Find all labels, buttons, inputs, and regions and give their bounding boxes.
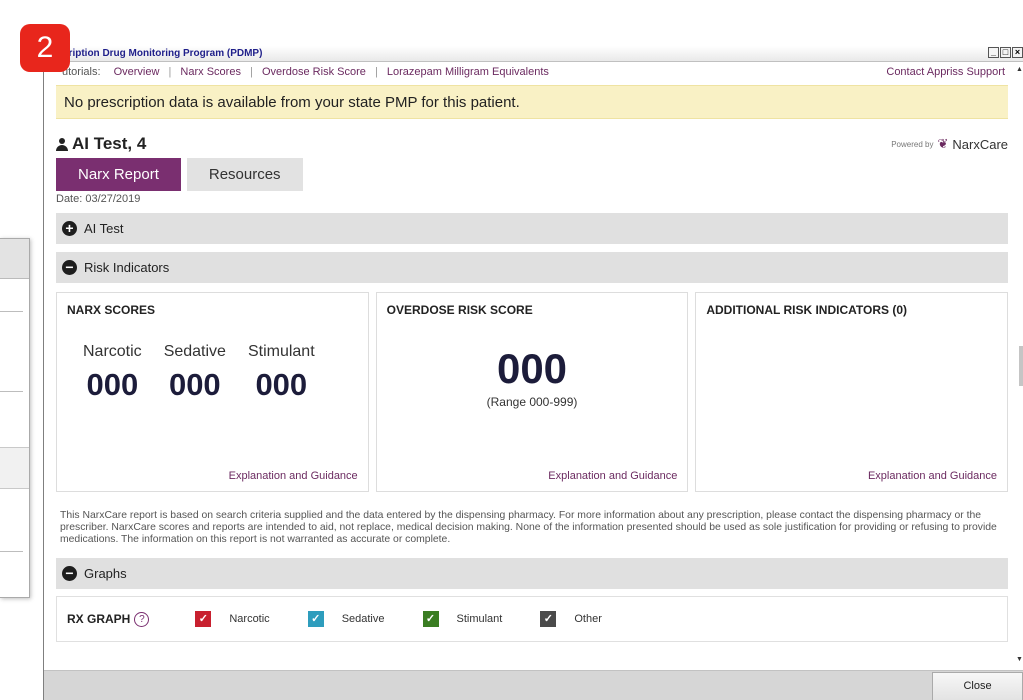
score-value: 000 — [86, 367, 139, 402]
section-label: AI Test — [84, 221, 124, 236]
legend-stimulant[interactable]: ✓ Stimulant — [422, 611, 503, 627]
overdose-value: 000 — [496, 345, 568, 392]
minimize-icon[interactable]: _ — [988, 47, 999, 58]
score-label: Narcotic — [83, 343, 142, 360]
expand-icon[interactable]: + — [62, 221, 77, 236]
score-stimulant: Stimulant 000 — [248, 343, 315, 403]
score-value: 000 — [255, 367, 308, 402]
score-value: 000 — [168, 367, 221, 402]
score-narcotic: Narcotic 000 — [83, 343, 142, 403]
section-graphs[interactable]: − Graphs — [56, 558, 1008, 589]
legend-label: Sedative — [341, 613, 385, 625]
background-divider — [0, 551, 23, 552]
score-label: Sedative — [163, 343, 226, 360]
disclaimer-text: This NarxCare report is based on search … — [60, 510, 997, 545]
section-risk-indicators[interactable]: − Risk Indicators — [56, 252, 1008, 283]
collapse-icon[interactable]: − — [62, 260, 77, 275]
tab-resources[interactable]: Resources — [186, 158, 303, 191]
explanation-link[interactable]: Explanation and Guidance — [868, 470, 997, 482]
checkbox-icon[interactable]: ✓ — [540, 611, 557, 627]
narx-scores-card: NARX SCORES Narcotic 000 Sedative 000 St… — [56, 292, 369, 492]
background-window-header — [0, 239, 29, 279]
checkbox-icon[interactable]: ✓ — [422, 611, 439, 627]
patient-header: AI Test, 4 Powered by ❦ NarxCare — [56, 130, 1008, 158]
contact-support-link[interactable]: Contact Appriss Support — [886, 62, 1005, 83]
checkbox-icon[interactable]: ✓ — [195, 611, 212, 627]
narxcare-logo-icon: ❦ — [937, 136, 949, 151]
tutorial-link-overview[interactable]: Overview — [114, 66, 160, 78]
window-footer: Close — [44, 670, 1023, 700]
rx-graph-title: RX GRAPH — [67, 612, 131, 626]
tutorials-bar: utorials: Overview | Narx Scores | Overd… — [44, 62, 1023, 85]
patient-name: AI Test, 4 — [72, 134, 147, 153]
separator: | — [250, 66, 253, 78]
close-button[interactable]: Close — [932, 672, 1023, 700]
scroll-down-icon[interactable]: ▼ — [1016, 656, 1023, 666]
legend-other[interactable]: ✓ Other — [540, 611, 602, 627]
background-divider — [0, 311, 23, 312]
scroll-up-icon[interactable]: ▲ — [1016, 66, 1023, 76]
close-icon[interactable]: × — [1012, 47, 1023, 58]
additional-risk-card: ADDITIONAL RISK INDICATORS (0) Explanati… — [695, 292, 1009, 492]
report-date: Date: 03/27/2019 — [56, 193, 141, 205]
explanation-link[interactable]: Explanation and Guidance — [229, 470, 358, 482]
risk-cards: NARX SCORES Narcotic 000 Sedative 000 St… — [56, 292, 1009, 492]
report-content: No prescription data is available from y… — [56, 85, 1009, 642]
window-title: cription Drug Monitoring Program (PDMP) — [63, 48, 263, 59]
overdose-range: (Range 000-999) — [486, 395, 578, 409]
background-window — [0, 238, 30, 598]
background-divider — [0, 391, 23, 392]
explanation-link[interactable]: Explanation and Guidance — [548, 470, 677, 482]
card-title: ADDITIONAL RISK INDICATORS (0) — [706, 303, 908, 317]
maximize-icon[interactable]: □ — [1000, 47, 1011, 58]
powered-by-brand: NarxCare — [952, 136, 1008, 152]
checkbox-icon[interactable]: ✓ — [307, 611, 324, 627]
legend-sedative[interactable]: ✓ Sedative — [307, 611, 385, 627]
section-label: Risk Indicators — [84, 260, 170, 275]
legend-narcotic[interactable]: ✓ Narcotic — [195, 611, 270, 627]
overdose-score: 000 (Range 000-999) — [377, 345, 688, 409]
tutorial-link-narx-scores[interactable]: Narx Scores — [180, 66, 241, 78]
separator: | — [168, 66, 172, 78]
score-sedative: Sedative 000 — [164, 343, 226, 403]
separator: | — [374, 66, 378, 78]
window-controls: _ □ × — [988, 47, 1023, 58]
tab-narx-report[interactable]: Narx Report — [56, 158, 181, 191]
section-patient[interactable]: + AI Test — [56, 213, 1008, 244]
powered-by: Powered by ❦ NarxCare — [891, 136, 1008, 152]
section-label: Graphs — [84, 566, 127, 581]
scrollbar-thumb[interactable] — [1019, 346, 1023, 386]
rx-graph-card: RX GRAPH ? ✓ Narcotic ✓ Sedative ✓ Stimu… — [56, 596, 1008, 642]
help-icon[interactable]: ? — [134, 611, 150, 627]
window-titlebar: cription Drug Monitoring Program (PDMP) … — [44, 46, 1023, 62]
legend-label: Other — [574, 613, 602, 625]
card-title: NARX SCORES — [67, 303, 156, 317]
card-title: OVERDOSE RISK SCORE — [386, 303, 533, 317]
step-badge: 2 — [20, 24, 70, 72]
score-label: Stimulant — [247, 343, 315, 360]
powered-by-label: Powered by — [891, 139, 934, 149]
overdose-risk-card: OVERDOSE RISK SCORE 000 (Range 000-999) … — [375, 292, 689, 492]
report-tabs: Narx Report Resources — [56, 158, 1008, 191]
no-data-alert: No prescription data is available from y… — [56, 85, 1008, 119]
tutorial-link-overdose-risk-score[interactable]: Overdose Risk Score — [262, 66, 366, 78]
background-row — [0, 447, 29, 489]
narx-scores: Narcotic 000 Sedative 000 Stimulant 000 — [83, 343, 315, 403]
legend-label: Narcotic — [229, 613, 270, 625]
tutorial-link-lorazepam[interactable]: Lorazepam Milligram Equivalents — [387, 66, 549, 78]
pdmp-window: cription Drug Monitoring Program (PDMP) … — [43, 46, 1023, 700]
person-icon — [56, 137, 68, 151]
collapse-icon[interactable]: − — [62, 566, 77, 581]
legend-label: Stimulant — [456, 613, 503, 625]
